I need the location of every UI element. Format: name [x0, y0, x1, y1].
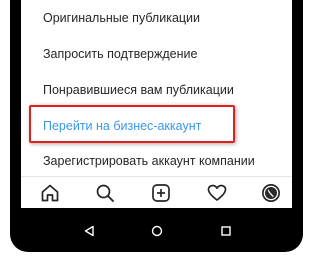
highlight-box [29, 105, 235, 143]
search-icon[interactable] [93, 182, 117, 204]
menu-item-request-verification[interactable]: Запросить подтверждение [21, 38, 292, 70]
phone-frame: Оригинальные публикации Запросить подтве… [10, 0, 303, 252]
home-icon[interactable] [147, 222, 167, 240]
android-navigation-bar [10, 208, 303, 252]
menu-item-label: Оригинальные публикации [43, 11, 201, 25]
heart-icon[interactable] [205, 182, 229, 204]
home-icon[interactable] [38, 182, 62, 204]
menu-item-label: Запросить подтверждение [43, 47, 198, 61]
app-screen: Оригинальные публикации Запросить подтве… [21, 0, 292, 208]
bottom-nav [21, 176, 292, 208]
add-post-icon[interactable] [149, 182, 173, 204]
recent-apps-icon[interactable] [216, 222, 236, 240]
menu-item-label: Зарегистрировать аккаунт компании [43, 154, 255, 168]
menu-item-label: Понравившиеся вам публикации [43, 83, 234, 97]
menu-item-register-company[interactable]: Зарегистрировать аккаунт компании [21, 145, 292, 177]
back-icon[interactable] [79, 222, 99, 240]
menu-item-original-posts[interactable]: Оригинальные публикации [21, 2, 292, 34]
profile-avatar[interactable] [259, 182, 283, 204]
menu-item-liked-posts[interactable]: Понравившиеся вам публикации [21, 74, 292, 106]
settings-menu: Оригинальные публикации Запросить подтве… [21, 0, 292, 176]
